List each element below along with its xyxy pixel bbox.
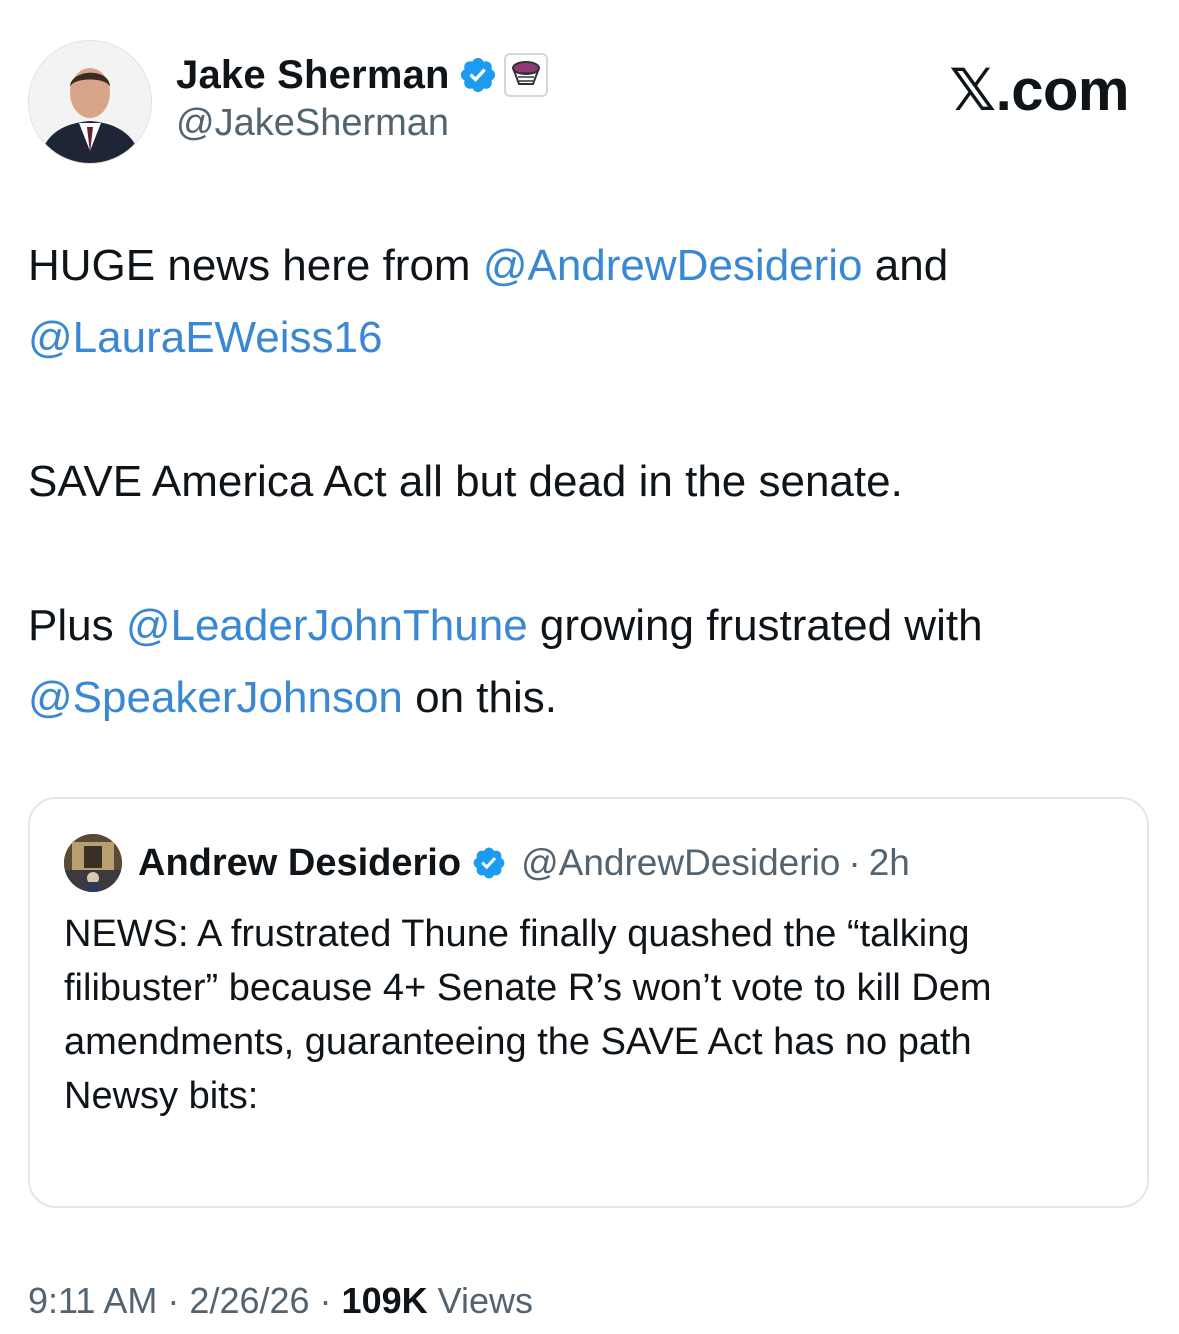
tweet-body: HUGE news here from @AndrewDesiderio and… <box>28 230 1148 734</box>
capitol-photo-avatar-icon <box>64 834 122 892</box>
verified-badge-icon[interactable] <box>471 845 507 881</box>
x-com-logo: 𝕏.com <box>949 58 1129 123</box>
tweet-line: Plus @LeaderJohnThune growing frustrated… <box>28 590 1148 662</box>
quoted-tweet-header: Andrew Desiderio @AndrewDesiderio · 2h <box>64 833 910 893</box>
quoted-author-display-name[interactable]: Andrew Desiderio <box>138 842 461 885</box>
mention-link[interactable]: @LauraEWeiss16 <box>28 313 382 362</box>
author-avatar[interactable] <box>28 40 152 164</box>
author-handle[interactable]: @JakeSherman <box>176 102 449 145</box>
tweet-text-segment: Plus <box>28 601 126 650</box>
tweet-text-segment: HUGE news here from <box>28 241 483 290</box>
tweet-line: HUGE news here from @AndrewDesiderio and <box>28 230 1148 302</box>
tweet-text-segment: and <box>862 241 949 290</box>
mention-link[interactable]: @SpeakerJohnson <box>28 673 403 722</box>
affiliate-badge-icon[interactable] <box>503 53 548 97</box>
author-display-name[interactable]: Jake Sherman <box>176 53 450 98</box>
separator-dot: · <box>848 842 861 883</box>
tweet-line: SAVE America Act all but dead in the sen… <box>28 457 903 506</box>
tweet-line: @SpeakerJohnson on this. <box>28 662 1148 734</box>
author-name-row: Jake Sherman <box>176 50 548 100</box>
quoted-tweet-text: NEWS: A frustrated Thune finally quashed… <box>64 913 992 1117</box>
mention-link[interactable]: @AndrewDesiderio <box>483 241 863 290</box>
views-label: Views <box>427 1280 533 1321</box>
tweet-line: @LauraEWeiss16 <box>28 302 1148 374</box>
tweet-header: Jake Sherman @JakeSherman 𝕏.com <box>0 0 1179 180</box>
quoted-tweet-card[interactable]: Andrew Desiderio @AndrewDesiderio · 2h N… <box>28 797 1149 1208</box>
tweet-text-segment: growing frustrated with <box>527 601 983 650</box>
views-count[interactable]: 109K <box>342 1280 428 1322</box>
separator-dot: · <box>157 1280 190 1321</box>
tweet-metadata: 9:11 AM · 2/26/26 · 109K Views <box>28 1280 533 1322</box>
separator-dot: · <box>309 1280 342 1321</box>
tweet-date[interactable]: 2/26/26 <box>189 1280 309 1322</box>
tweet-text-segment: on this. <box>402 673 557 722</box>
portrait-avatar-icon <box>29 41 151 163</box>
tweet-time[interactable]: 9:11 AM <box>28 1280 157 1322</box>
affiliate-logo-icon <box>511 61 540 85</box>
quoted-author-avatar[interactable] <box>64 834 122 892</box>
mention-link[interactable]: @LeaderJohnThune <box>126 601 528 650</box>
quoted-tweet-time[interactable]: 2h <box>869 842 910 884</box>
quoted-author-handle[interactable]: @AndrewDesiderio <box>521 842 840 884</box>
verified-badge-icon[interactable] <box>458 55 498 95</box>
